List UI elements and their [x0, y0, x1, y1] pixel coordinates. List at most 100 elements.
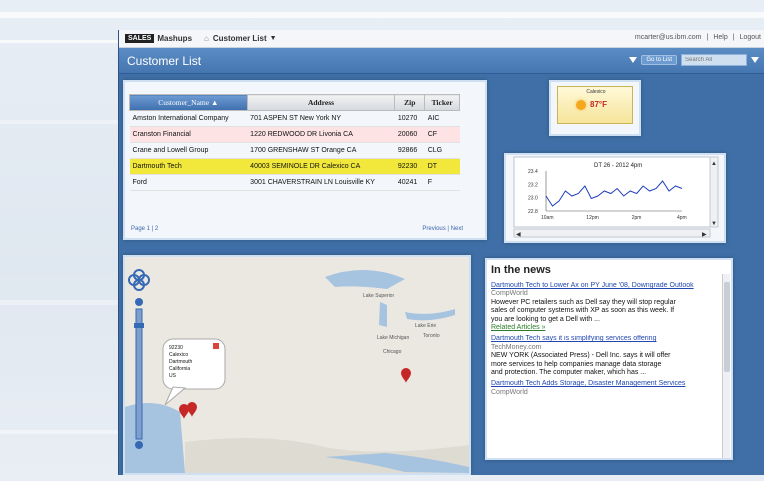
cell-zip: 10270 [394, 110, 425, 127]
top-bar: SALES Mashups ⌂ Customer List ▼ mcarter@… [119, 30, 764, 48]
news-widget: In the news Dartmouth Tech to Lower Ax o… [485, 258, 733, 460]
related-articles-link[interactable]: Related Articles » [491, 324, 721, 332]
product-name: Mashups [157, 34, 193, 43]
previous-page-link[interactable]: Previous [422, 226, 445, 232]
map-label: Lake Michigan [377, 335, 409, 341]
help-link[interactable]: Help [713, 34, 727, 41]
chart-title: DT 26 - 2012 4pm [594, 163, 642, 169]
home-icon[interactable]: ⌂ [204, 34, 209, 43]
filter-icon[interactable] [629, 57, 638, 63]
x-tick-label: 4pm [677, 215, 687, 221]
pager: Previous | Next [422, 226, 463, 232]
cell-zip: 40241 [394, 174, 425, 191]
customer-table: Customer_Name ▲ Address Zip Ticker Amsto… [129, 94, 460, 191]
cell-ticker: F [424, 174, 460, 191]
table-header-row: Customer_Name ▲ Address Zip Ticker [129, 94, 460, 111]
news-source: TechMoney.com [491, 343, 542, 351]
cell-zip: 92866 [394, 142, 425, 159]
cell-zip: 20060 [394, 126, 425, 143]
column-header-customer-name[interactable]: Customer_Name ▲ [129, 94, 248, 111]
cell-customer-name: Cranston Financial [129, 126, 248, 143]
table-row-selected[interactable]: Dartmouth Tech 40003 SEMINOLE DR Calexic… [129, 158, 460, 175]
news-snippet: and protection. The computer maker, whic… [491, 369, 647, 377]
table-row[interactable]: Amston International Company 701 ASPEN S… [129, 110, 460, 127]
chart-scrollbar[interactable] [709, 156, 719, 228]
news-scrollbar[interactable] [722, 274, 730, 458]
news-list: Dartmouth Tech to Lower Ax on PY June '0… [491, 282, 721, 397]
product-logo: SALES [125, 34, 155, 43]
next-page-link[interactable]: Next [451, 226, 463, 232]
separator: | [706, 34, 709, 41]
table-row[interactable]: Ford 3001 CHAVERSTRAIN LN Louisville KY … [129, 174, 460, 191]
map-label: Lake Erie [415, 323, 436, 329]
zoom-out-icon[interactable] [135, 441, 143, 449]
pacific-ocean [125, 403, 185, 473]
zoom-in-icon[interactable] [135, 298, 143, 306]
y-tick-label: 23.2 [528, 182, 538, 188]
news-snippet: sales of computer systems with XP as soo… [491, 307, 675, 315]
user-email: mcarter@us.ibm.com [634, 34, 702, 41]
weather-card: Calexico 87°F [557, 86, 633, 124]
stock-chart-widget: DT 26 - 2012 4pm 23.4 23.2 23.0 22.8 10am 12p… [504, 153, 726, 243]
popup-line: 92230 [169, 345, 183, 351]
cell-customer-name: Crane and Lowell Group [129, 142, 248, 159]
go-to-list-button[interactable]: Go to List [641, 55, 677, 65]
x-tick-label: 10am [541, 215, 554, 221]
user-links: mcarter@us.ibm.com | Help | Logout [635, 34, 761, 41]
scroll-down-icon[interactable]: ▼ [711, 221, 717, 227]
news-headline-link[interactable]: Dartmouth Tech Adds Storage, Disaster Ma… [491, 380, 721, 388]
search-filter-icon[interactable] [751, 57, 759, 63]
news-snippet: However PC retailers such as Dell say th… [491, 298, 676, 306]
table-row[interactable]: Crane and Lowell Group 1700 GRENSHAW ST … [129, 142, 460, 159]
scroll-left-icon[interactable]: ◀ [516, 232, 521, 238]
y-tick-label: 23.4 [528, 169, 538, 175]
cell-ticker: CF [424, 126, 460, 143]
column-header-ticker[interactable]: Ticker [424, 94, 460, 111]
cell-address: 40003 SEMINOLE DR Calexico CA [247, 158, 395, 175]
cell-ticker: CLG [424, 142, 460, 159]
nav-customer-list[interactable]: Customer List [213, 34, 267, 43]
popup-line: Calexico [169, 352, 188, 358]
y-tick-label: 22.8 [528, 209, 538, 215]
scroll-up-icon[interactable]: ▲ [711, 161, 717, 167]
news-source: CompWorld [491, 388, 528, 396]
logout-link[interactable]: Logout [740, 34, 761, 41]
search-input[interactable] [681, 54, 747, 66]
cell-zip: 92230 [394, 158, 425, 175]
zoom-slider-handle[interactable] [134, 323, 144, 328]
news-snippet: you are looking to get a Dell with ... [491, 315, 600, 323]
y-tick-label: 23.0 [528, 196, 538, 202]
map-widget[interactable]: Lake Superior Lake Michigan Toronto Chic… [123, 255, 471, 475]
column-header-address[interactable]: Address [246, 94, 396, 111]
page-title: Customer List [127, 54, 202, 68]
close-icon[interactable] [213, 343, 219, 349]
cell-address: 3001 CHAVERSTRAIN LN Louisville KY [247, 174, 395, 191]
column-header-zip[interactable]: Zip [394, 94, 426, 111]
stock-chart: DT 26 - 2012 4pm 23.4 23.2 23.0 22.810am 12p… [513, 156, 719, 238]
map-canvas[interactable]: Lake Superior Lake Michigan Toronto Chic… [125, 257, 469, 473]
page-header: Customer List Go to List [119, 48, 764, 74]
zoom-slider[interactable] [135, 308, 143, 440]
map-label: Lake Superior [363, 293, 394, 299]
cell-ticker: DT [424, 158, 460, 175]
news-snippet: NEW YORK (Associated Press) - Dell Inc. … [491, 352, 671, 360]
weather-widget: Calexico 87°F [549, 80, 641, 136]
page-indicator[interactable]: Page 1 | 2 [131, 226, 158, 232]
cell-customer-name: Ford [129, 174, 248, 191]
x-tick-label: 12pm [586, 215, 599, 221]
scroll-right-icon[interactable]: ▶ [702, 232, 707, 238]
chevron-down-icon[interactable]: ▼ [270, 35, 277, 42]
lake-michigan-shape [379, 302, 387, 327]
weather-temperature: 87°F [590, 100, 607, 109]
news-headline-link[interactable]: Dartmouth Tech says it is simplifying se… [491, 335, 721, 343]
news-source: CompWorld [491, 290, 528, 298]
news-scrollbar-thumb[interactable] [724, 282, 730, 372]
cell-customer-name: Amston International Company [129, 110, 248, 127]
news-headline-link[interactable]: Dartmouth Tech to Lower Ax on PY June '0… [491, 282, 721, 290]
cell-customer-name: Dartmouth Tech [129, 158, 248, 175]
table-row[interactable]: Cranston Financial 1220 REDWOOD DR Livon… [129, 126, 460, 143]
separator: | [732, 34, 735, 41]
chart-h-scrollbar[interactable] [513, 228, 711, 238]
popup-line: California [169, 366, 190, 372]
news-heading: In the news [491, 264, 551, 276]
